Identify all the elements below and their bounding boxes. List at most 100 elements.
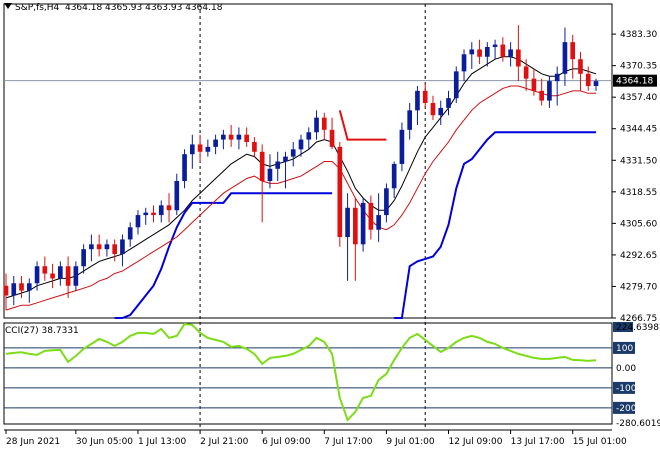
chart-header: S&P,fs,H4 4364.18 4365.93 4363.93 4364.1… (4, 3, 222, 13)
y-tick-label: 4383.30 (620, 30, 657, 40)
candle-body (26, 283, 32, 291)
candle-body (73, 266, 79, 286)
candle-body (151, 212, 156, 216)
axes: 4383.30 4370.35 4357.40 4344.45 4331.50 4318.… (4, 30, 657, 447)
dropdown-triangle-icon[interactable] (4, 3, 12, 9)
candle-body (189, 144, 195, 155)
candle-body (469, 49, 475, 55)
candle-body (562, 42, 568, 74)
x-tick-label: 30 Jun 05:00 (76, 437, 133, 447)
resistance-line (338, 110, 387, 141)
y-tick-label: 4370.35 (620, 62, 657, 72)
candle-body (360, 202, 366, 245)
y-tick-label: 4331.50 (620, 156, 657, 166)
candle-body (19, 283, 24, 291)
candle-body (182, 154, 187, 181)
candle-body (58, 266, 63, 279)
candle-body (259, 151, 265, 181)
candle-body (523, 66, 529, 79)
candle-body (446, 98, 451, 108)
grid-layer (3, 3, 613, 319)
candle-body (531, 78, 537, 91)
candle-body (158, 205, 164, 216)
candle-body (112, 244, 118, 255)
candle-body (477, 49, 482, 57)
candle-body (554, 73, 560, 82)
candle-body (438, 107, 444, 116)
main-panel-frame (3, 3, 613, 319)
ma-slow-line (5, 85, 596, 311)
candle-body (585, 73, 591, 86)
candle-body (345, 207, 350, 238)
candle-body (283, 156, 288, 162)
candle-body (376, 215, 381, 230)
candle-body (228, 134, 234, 140)
cci-level-label: -280.6019 (616, 419, 660, 429)
candle-body (391, 163, 397, 189)
candle-body (89, 244, 94, 250)
candle-body (275, 161, 281, 169)
chart: 224.6398 100 0.00 -100 -200 -280.6019 4383.30… (3, 3, 660, 447)
cci-level-label: 0.00 (616, 364, 636, 374)
x-tick-label: 28 Jun 2021 (6, 437, 60, 447)
candle-body (353, 207, 358, 245)
candle-body (415, 90, 420, 111)
symbol-label: S&P,fs,H4 (15, 3, 60, 13)
candle-body (96, 244, 102, 250)
price-tag-label: 4364.18 (616, 77, 653, 87)
candle-body (508, 49, 513, 57)
candle-body (205, 146, 211, 152)
candle-body (422, 90, 428, 104)
ohlc-values: 4364.18 4365.93 4363.93 4364.18 (64, 3, 223, 13)
cci-line (5, 322, 597, 422)
candle-body (213, 139, 218, 147)
candle-body (127, 227, 133, 240)
candle-body (453, 71, 459, 99)
candle-body (321, 117, 327, 130)
moving-averages (5, 56, 597, 311)
candle-body (539, 90, 544, 101)
candle-body (314, 117, 319, 133)
candle-body (484, 47, 490, 57)
candle-body (11, 283, 17, 296)
candle-body (399, 129, 405, 164)
x-tick-label: 7 Jul 17:00 (324, 437, 373, 447)
ma-fast-line (5, 56, 597, 299)
cci-level-label: -200 (616, 404, 637, 414)
candle-body (135, 215, 141, 228)
cci-level-label: 100 (616, 344, 633, 354)
x-tick-label: 9 Jul 01:00 (386, 437, 435, 447)
cci-panel-frame (3, 322, 613, 425)
cci-panel: 224.6398 100 0.00 -100 -200 -280.6019 (3, 322, 660, 429)
candle-body (166, 205, 172, 211)
y-tick-label: 4266.75 (620, 314, 657, 324)
candle-body (174, 180, 180, 211)
x-tick-label: 2 Jul 21:00 (200, 437, 249, 447)
candle-body (120, 239, 125, 255)
candle-body (65, 266, 71, 286)
candle-body (236, 134, 242, 140)
candle-body (252, 142, 257, 152)
candle-body (578, 59, 583, 74)
cci-level-label: 224.6398 (616, 323, 659, 333)
cci-level-label: -100 (616, 384, 637, 394)
candle-body (337, 146, 343, 238)
y-tick-label: 4344.45 (620, 125, 657, 135)
cci-indicator-label: CCI(27) 38.7331 (5, 326, 79, 336)
candle-body (500, 44, 506, 57)
candles (3, 25, 599, 311)
y-tick-label: 4357.40 (620, 93, 657, 103)
y-tick-label: 4318.55 (620, 188, 657, 198)
x-tick-label: 13 Jul 17:00 (511, 437, 565, 447)
candle-body (244, 134, 249, 143)
candle-body (298, 139, 304, 150)
y-tick-label: 4279.70 (620, 282, 657, 292)
candle-body (570, 42, 576, 60)
candle-body (197, 144, 203, 152)
candle-body (407, 110, 413, 130)
stop-line-segment (394, 131, 596, 319)
candle-body (34, 266, 40, 284)
y-tick-label: 4305.60 (620, 219, 657, 229)
y-tick-label: 4292.65 (620, 251, 657, 261)
candle-body (104, 244, 110, 250)
